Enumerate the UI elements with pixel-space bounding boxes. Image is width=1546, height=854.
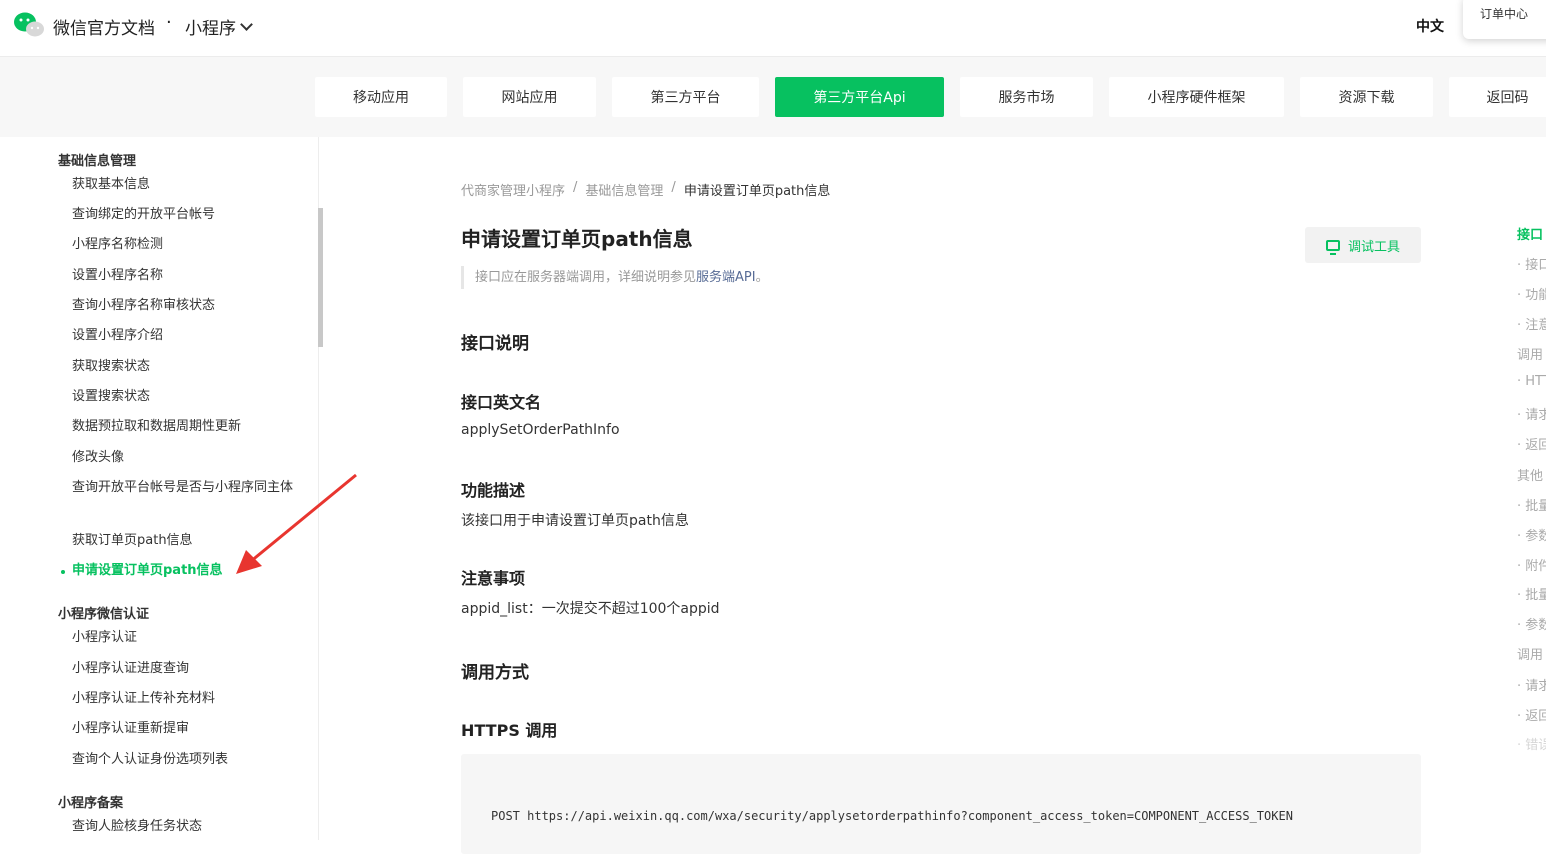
breadcrumb: 代商家管理小程序 / 基础信息管理 / 申请设置订单页path信息 (461, 180, 830, 199)
sidebar-item[interactable]: 设置小程序名称 (72, 264, 302, 287)
toc-item[interactable]: 其他 (1517, 465, 1543, 484)
nav-service-market[interactable]: 服务市场 (960, 77, 1093, 117)
toc-item[interactable]: 调用 (1517, 344, 1543, 363)
section-heading-notice: 注意事项 (461, 569, 526, 588)
sidebar-item[interactable]: 设置小程序介绍 (72, 324, 302, 347)
breadcrumb-link[interactable]: 基础信息管理 (585, 180, 663, 199)
debug-tool-label: 调试工具 (1347, 239, 1400, 255)
sidebar-item[interactable]: 小程序认证 (72, 626, 302, 649)
toc-item[interactable]: · 批量 (1517, 584, 1546, 603)
section-heading-call-method: 调用方式 (461, 663, 529, 683)
section-heading-https: HTTPS 调用 (461, 721, 558, 740)
toc-item[interactable]: · 错误 (1517, 734, 1546, 753)
breadcrumb-link[interactable]: 代商家管理小程序 (461, 180, 565, 199)
toc-item[interactable]: · 返回 (1517, 705, 1546, 724)
toc-item[interactable]: · 请求 (1517, 404, 1546, 423)
sidebar-item[interactable]: 设置搜索状态 (72, 385, 302, 408)
title-separator: · (166, 12, 172, 33)
sidebar-group-certification[interactable]: 小程序微信认证 (58, 603, 149, 622)
note-text: 接口应在服务器端调用，详细说明参见 (475, 270, 697, 285)
popover-label: 订单中心 (1480, 7, 1529, 21)
sidebar-group-basic-info[interactable]: 基础信息管理 (58, 150, 136, 169)
active-bullet-icon (61, 570, 65, 574)
code-block: POST https://api.weixin.qq.com/wxa/secur… (461, 754, 1421, 854)
note-suffix: 。 (755, 270, 769, 285)
nav-resource-download[interactable]: 资源下载 (1300, 77, 1433, 117)
breadcrumb-current: 申请设置订单页path信息 (683, 184, 831, 199)
toc-item[interactable]: · 参数 (1517, 614, 1546, 633)
monitor-icon (1325, 239, 1340, 255)
section-switcher[interactable]: 小程序 (185, 14, 253, 39)
section-heading-api-name: 接口英文名 (461, 393, 542, 412)
server-side-note: 接口应在服务器端调用，详细说明参见服务端API。 (461, 266, 769, 289)
nav-hardware-framework[interactable]: 小程序硬件框架 (1109, 77, 1284, 117)
toc-item[interactable]: · 附件 (1517, 555, 1546, 574)
sidebar-item[interactable]: 获取基本信息 (72, 173, 302, 196)
table-of-contents: 接口 · 接口 · 功能 · 注意 调用 · HTT · 请求 · 返回 其他 … (1517, 137, 1546, 757)
function-description: 该接口用于申请设置订单页path信息 (461, 513, 689, 529)
order-center-popover[interactable]: 订单中心 (1463, 0, 1546, 39)
chevron-down-icon (240, 17, 253, 31)
nav-website-app[interactable]: 网站应用 (463, 77, 596, 117)
sidebar-item[interactable]: 修改头像 (72, 446, 302, 469)
sidebar-item[interactable]: 查询个人认证身份选项列表 (72, 748, 302, 771)
toc-item[interactable]: · 接口 (1517, 254, 1546, 273)
product-nav: 移动应用 网站应用 第三方平台 第三方平台Api 服务市场 小程序硬件框架 资源… (0, 57, 1546, 137)
toc-item[interactable]: 接口 (1517, 224, 1543, 243)
site-title[interactable]: 微信官方文档 (53, 14, 155, 39)
wechat-logo-icon[interactable] (13, 11, 45, 39)
breadcrumb-separator: / (671, 180, 676, 195)
server-api-link[interactable]: 服务端API (696, 270, 756, 285)
toc-item[interactable]: · 功能 (1517, 284, 1546, 303)
breadcrumb-separator: / (573, 180, 578, 195)
sidebar-item[interactable]: 小程序认证上传补充材料 (72, 687, 302, 710)
sidebar-item[interactable]: 数据预拉取和数据周期性更新 (72, 415, 302, 438)
nav-third-party[interactable]: 第三方平台 (612, 77, 759, 117)
sidebar-item[interactable]: 获取搜索状态 (72, 355, 302, 378)
code-line: POST https://api.weixin.qq.com/wxa/secur… (491, 809, 1293, 823)
debug-tool-button[interactable]: 调试工具 (1305, 227, 1421, 263)
sidebar-item[interactable]: 小程序认证进度查询 (72, 657, 302, 680)
toc-item[interactable]: · 批量 (1517, 495, 1546, 514)
sidebar-item[interactable]: 查询绑定的开放平台帐号 (72, 203, 302, 226)
red-arrow-annotation (236, 473, 357, 574)
section-heading-api-desc: 接口说明 (461, 334, 529, 354)
sidebar-item[interactable]: 查询人脸核身任务状态 (72, 815, 302, 838)
nav-mobile-app[interactable]: 移动应用 (315, 77, 447, 117)
toc-item[interactable]: · 请求 (1517, 675, 1546, 694)
sidebar-group-filing[interactable]: 小程序备案 (58, 792, 123, 811)
language-switch[interactable]: 中文 (1416, 16, 1444, 36)
sidebar-item[interactable]: 查询小程序名称审核状态 (72, 294, 302, 317)
sidebar-scrollbar[interactable] (318, 208, 323, 347)
toc-item[interactable]: 调用 (1517, 644, 1543, 663)
toc-item[interactable]: · 返回 (1517, 434, 1546, 453)
nav-return-codes[interactable]: 返回码 (1449, 77, 1546, 117)
page-title: 申请设置订单页path信息 (461, 227, 693, 251)
section-label: 小程序 (185, 19, 236, 39)
toc-item[interactable]: · 参数 (1517, 525, 1546, 544)
toc-item[interactable]: · HTT (1517, 374, 1546, 389)
api-name-value: applySetOrderPathInfo (461, 422, 620, 438)
sidebar-item[interactable]: 小程序认证重新提审 (72, 717, 302, 740)
toc-item[interactable]: · 注意 (1517, 314, 1546, 333)
section-heading-function: 功能描述 (461, 481, 526, 500)
notice-text: appid_list：一次提交不超过100个appid (461, 601, 720, 617)
top-bar: 微信官方文档 · 小程序 中文 (0, 0, 1546, 57)
sidebar-item[interactable]: 小程序名称检测 (72, 233, 302, 256)
nav-third-party-api[interactable]: 第三方平台Api (775, 77, 944, 117)
